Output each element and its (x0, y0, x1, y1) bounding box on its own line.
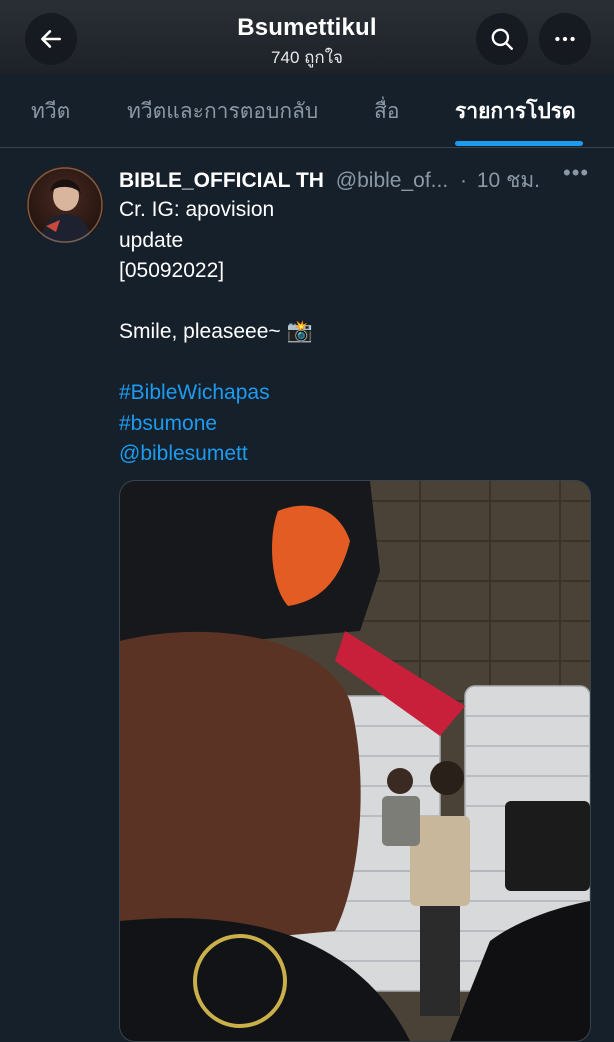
tweet-line: Smile, pleaseee~ 📸 (119, 320, 313, 343)
tweet-time[interactable]: 10 ชม. (477, 169, 540, 192)
tweet-more-button[interactable]: ••• (563, 160, 589, 186)
mention-link[interactable]: @biblesumett (119, 439, 589, 470)
tab-likes[interactable]: รายการโปรด (455, 74, 576, 147)
media-photo (120, 481, 590, 1041)
hashtag-link[interactable]: #BibleWichapas (119, 378, 589, 409)
search-icon (491, 28, 513, 50)
search-button[interactable] (476, 13, 528, 65)
tweet-text: Cr. IG: apovision update [05092022] Smil… (119, 195, 589, 470)
tweet-line: Cr. IG: apovision (119, 198, 275, 221)
more-button[interactable] (539, 13, 591, 65)
tab-tweets[interactable]: ทวีต (31, 74, 70, 147)
author-name[interactable]: BIBLE_OFFICIAL TH (119, 169, 324, 192)
more-horizontal-icon (555, 36, 575, 42)
hashtag-link[interactable]: #bsumone (119, 409, 589, 440)
tweet-line: update (119, 228, 184, 252)
author-handle[interactable]: @bible_of... (336, 169, 448, 192)
separator: · (460, 169, 468, 192)
profile-header: Bsumettikul 740 ถูกใจ (0, 0, 614, 74)
tweet-author-row: BIBLE_OFFICIAL TH @bible_of... · 10 ชม. (119, 164, 599, 194)
active-tab-indicator (455, 141, 583, 146)
tweet-line: [05092022] (119, 259, 225, 282)
tab-tweets-replies[interactable]: ทวีตและการตอบกลับ (127, 74, 318, 147)
tweet-media-image[interactable] (119, 480, 591, 1042)
profile-tabs: ทวีต ทวีตและการตอบกลับ สื่อ รายการโปรด (0, 74, 614, 148)
tab-media[interactable]: สื่อ (374, 74, 399, 147)
avatar[interactable] (26, 166, 104, 244)
avatar-image (27, 167, 103, 244)
